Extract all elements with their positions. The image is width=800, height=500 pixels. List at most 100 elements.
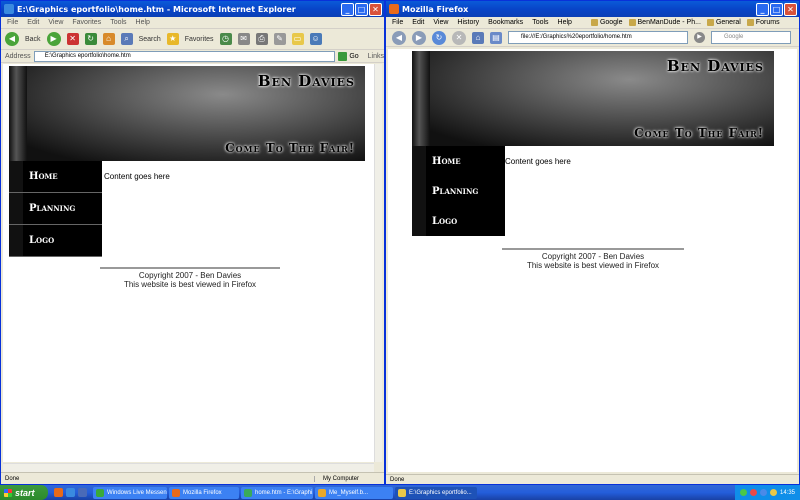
- back-label[interactable]: Back: [25, 36, 41, 43]
- go-button[interactable]: Go: [338, 51, 359, 61]
- refresh-icon[interactable]: ↻: [84, 33, 97, 45]
- search-label[interactable]: Search: [139, 36, 161, 43]
- back-arrow-icon[interactable]: ◀: [392, 30, 406, 45]
- ff-statusbar: Done: [386, 474, 799, 484]
- stop-icon[interactable]: ✕: [66, 33, 79, 45]
- ie-icon[interactable]: [66, 488, 75, 497]
- bookmark-forums[interactable]: Forums: [746, 19, 780, 26]
- ie-window-title: E:\Graphics eportfolio\home.htm - Micros…: [17, 4, 296, 14]
- folder-icon[interactable]: ▭: [291, 33, 304, 45]
- system-tray: 14:35: [734, 485, 800, 500]
- ie-page-viewport: Ben Davies Come To The Fair! Home Planni…: [3, 64, 374, 462]
- network-icon[interactable]: [739, 489, 747, 496]
- menu-file[interactable]: File: [7, 19, 18, 26]
- task-firefox[interactable]: Mozilla Firefox: [169, 486, 239, 499]
- nav-planning[interactable]: Planning: [9, 193, 102, 225]
- mail-icon[interactable]: ✉: [237, 33, 250, 45]
- forward-arrow-icon[interactable]: ▶: [46, 32, 61, 46]
- volume-icon[interactable]: [769, 489, 777, 496]
- footer-note: This website is best viewed in Firefox: [123, 280, 257, 289]
- folder-icon: [706, 19, 714, 26]
- site-tagline: Come To The Fair!: [634, 126, 764, 140]
- bookmark-google[interactable]: Google: [590, 19, 623, 26]
- bookmark-label: Google: [599, 19, 623, 26]
- ie-menubar: File Edit View Favorites Tools Help: [1, 17, 384, 29]
- bookmark-label: General: [715, 19, 741, 26]
- menu-favorites[interactable]: Favorites: [72, 19, 101, 26]
- refresh-icon[interactable]: ↻: [432, 30, 446, 45]
- ie-status-text: Done: [5, 475, 20, 482]
- messenger-icon[interactable]: ☺: [309, 33, 322, 45]
- clock: 14:35: [779, 489, 795, 496]
- site-header-banner: Ben Davies Come To The Fair!: [412, 51, 774, 146]
- menu-edit[interactable]: Edit: [27, 19, 39, 26]
- ie-statusbar: Done My Computer: [1, 472, 384, 484]
- nav-home[interactable]: Home: [412, 146, 505, 176]
- bookmark-general[interactable]: General: [706, 19, 741, 26]
- ie-app-icon: [4, 4, 14, 14]
- menu-edit[interactable]: Edit: [412, 19, 424, 26]
- windows-logo-icon: [4, 488, 12, 497]
- maximize-button[interactable]: □: [355, 2, 368, 16]
- site-title: Ben Davies: [666, 57, 764, 75]
- favorites-label[interactable]: Favorites: [185, 36, 214, 43]
- favorites-star-icon[interactable]: ★: [166, 33, 179, 45]
- start-button[interactable]: start: [0, 485, 48, 500]
- search-input[interactable]: Google: [711, 31, 791, 44]
- menu-file[interactable]: File: [392, 19, 403, 26]
- content-text: Content goes here: [505, 157, 571, 166]
- close-button[interactable]: ✕: [784, 2, 797, 16]
- print-icon[interactable]: ⎙: [255, 33, 268, 45]
- ie-horizontal-scrollbar[interactable]: [3, 463, 374, 472]
- task-messenger[interactable]: Windows Live Messen...: [93, 486, 167, 499]
- address-label: Address: [5, 52, 31, 60]
- ie-titlebar[interactable]: E:\Graphics eportfolio\home.htm - Micros…: [1, 1, 384, 17]
- show-desktop-icon[interactable]: [78, 488, 87, 497]
- menu-help[interactable]: Help: [136, 19, 150, 26]
- menu-bookmarks[interactable]: Bookmarks: [488, 19, 523, 26]
- history-icon[interactable]: ◷: [219, 33, 232, 45]
- address-input[interactable]: E:\Graphics eportfolio\home.htm: [33, 50, 336, 62]
- ie-vertical-scrollbar[interactable]: [374, 64, 382, 462]
- nav-logo[interactable]: Logo: [412, 206, 505, 236]
- back-arrow-icon[interactable]: ◀: [5, 32, 19, 46]
- task-me-myself[interactable]: Me_Myself.b...: [315, 486, 393, 499]
- menu-view[interactable]: View: [433, 19, 448, 26]
- task-explorer-folder[interactable]: E:\Graphics eportfolio...: [395, 486, 477, 499]
- maximize-button[interactable]: □: [770, 2, 783, 16]
- ff-titlebar[interactable]: Mozilla Firefox _ □ ✕: [386, 1, 799, 17]
- messenger-tray-icon[interactable]: [759, 489, 767, 496]
- menu-history[interactable]: History: [457, 19, 479, 26]
- stop-icon[interactable]: ✕: [452, 30, 466, 45]
- site-nav: Home Planning Logo: [9, 161, 102, 257]
- close-button[interactable]: ✕: [369, 2, 382, 16]
- bookmark-page-icon[interactable]: ▤: [490, 31, 502, 44]
- links-button[interactable]: Links: [368, 53, 384, 60]
- nav-logo[interactable]: Logo: [9, 225, 102, 257]
- ie-addressbar: Address E:\Graphics eportfolio\home.htm …: [1, 50, 384, 63]
- minimize-button[interactable]: _: [341, 2, 354, 16]
- menu-help[interactable]: Help: [558, 19, 572, 26]
- minimize-button[interactable]: _: [756, 2, 769, 16]
- menu-tools[interactable]: Tools: [532, 19, 548, 26]
- ff-menubar: File Edit View History Bookmarks Tools H…: [386, 17, 799, 29]
- menu-view[interactable]: View: [48, 19, 63, 26]
- forward-arrow-icon[interactable]: ▶: [412, 30, 426, 45]
- edit-icon[interactable]: ✎: [273, 33, 286, 45]
- site-footer: Copyright 2007 - Ben Davies This website…: [502, 248, 684, 270]
- url-input[interactable]: file:///E:/Graphics%20eportfolio/home.ht…: [508, 31, 688, 44]
- nav-planning[interactable]: Planning: [412, 176, 505, 206]
- menu-tools[interactable]: Tools: [110, 19, 126, 26]
- home-icon[interactable]: ⌂: [472, 31, 484, 44]
- security-zone: My Computer: [314, 475, 384, 482]
- bookmark-benmandude[interactable]: BenManDude - Ph...: [628, 19, 701, 26]
- firefox-icon[interactable]: [54, 488, 63, 497]
- search-icon[interactable]: ⌕: [120, 33, 133, 45]
- site-title: Ben Davies: [257, 72, 355, 90]
- bookmark-label: BenManDude - Ph...: [637, 19, 701, 26]
- go-arrow-icon[interactable]: ▶: [694, 32, 705, 43]
- task-home-htm[interactable]: home.htm - E:\Graphi...: [241, 486, 313, 499]
- security-icon[interactable]: [749, 489, 757, 496]
- nav-home[interactable]: Home: [9, 161, 102, 193]
- home-icon[interactable]: ⌂: [102, 33, 115, 45]
